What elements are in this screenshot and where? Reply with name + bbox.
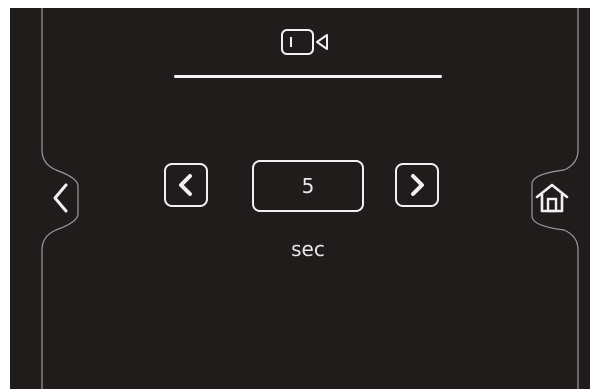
home-button[interactable] (520, 168, 590, 228)
duration-value: 5 (301, 174, 315, 198)
video-camera-icon (281, 29, 328, 55)
chevron-right-icon (411, 174, 424, 196)
back-arrow-icon (53, 183, 68, 213)
home-icon (535, 183, 569, 213)
duration-value-field[interactable]: 5 (252, 160, 364, 212)
chevron-left-icon (179, 174, 192, 196)
decrement-button[interactable] (164, 163, 208, 207)
increment-button[interactable] (395, 163, 439, 207)
header-divider (174, 75, 442, 78)
duration-unit-label: sec (291, 237, 325, 261)
device-screen: 5 sec (10, 8, 590, 389)
back-button[interactable] (10, 168, 96, 228)
